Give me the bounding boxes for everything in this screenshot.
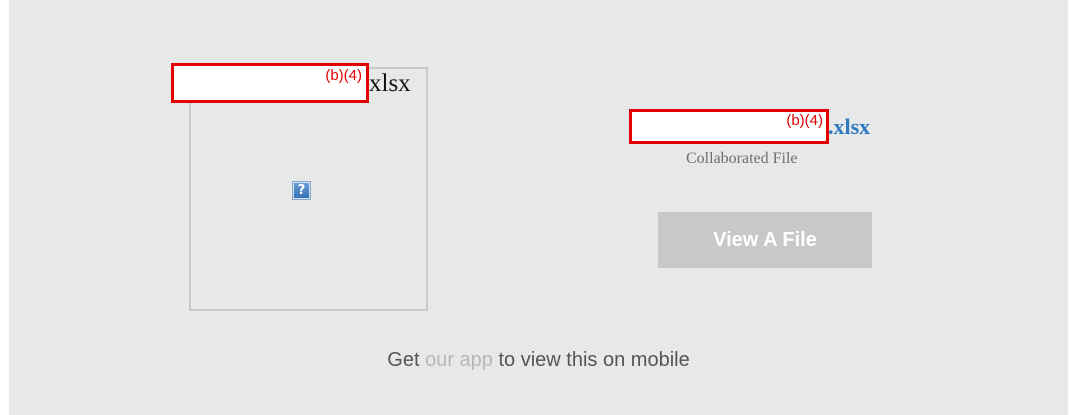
preview-filename-suffix: xlsx bbox=[369, 70, 411, 97]
footer-suffix: to view this on mobile bbox=[498, 349, 690, 371]
footer-prefix: Get bbox=[387, 349, 420, 371]
mobile-app-prompt: Get our app to view this on mobile bbox=[0, 348, 1077, 372]
file-extension-link[interactable]: .xlsx bbox=[828, 113, 870, 141]
redaction-label: (b)(4) bbox=[325, 67, 362, 84]
redaction-box: (b)(4) bbox=[629, 109, 829, 144]
redaction-label: (b)(4) bbox=[786, 112, 823, 129]
broken-image-question-icon: ? bbox=[292, 181, 311, 200]
our-app-link[interactable]: our app bbox=[425, 349, 493, 371]
view-file-button[interactable]: View A File bbox=[658, 212, 872, 268]
redaction-box: (b)(4) bbox=[171, 63, 369, 103]
file-subtitle: Collaborated File bbox=[686, 150, 798, 167]
